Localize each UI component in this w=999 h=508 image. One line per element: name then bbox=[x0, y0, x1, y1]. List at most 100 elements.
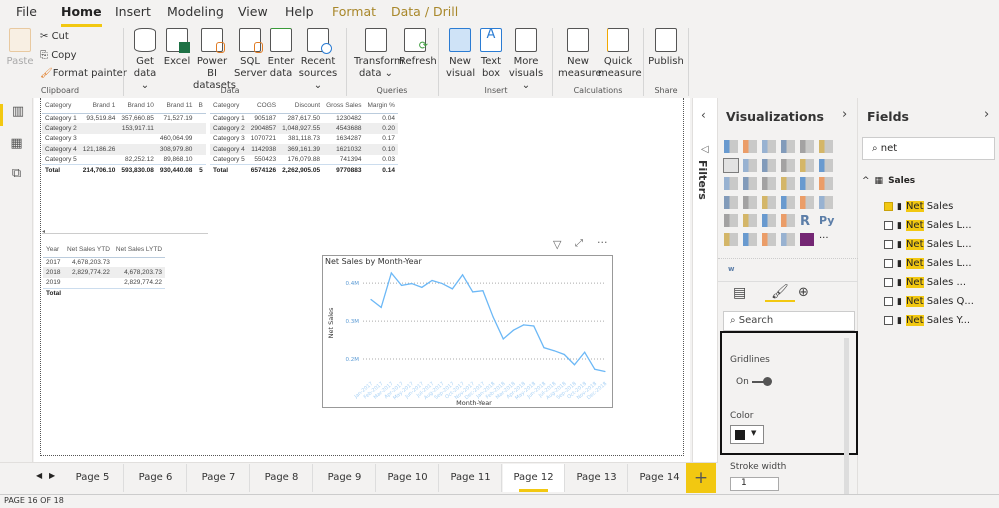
visual-type-icon[interactable] bbox=[781, 232, 795, 246]
model-view-icon[interactable]: ⧉ bbox=[0, 166, 33, 188]
visual-type-icon[interactable] bbox=[762, 177, 776, 190]
field-item[interactable]: ▮ Net Sales Y... bbox=[884, 315, 970, 326]
more-visuals-button[interactable]: More visuals ⌄ bbox=[507, 28, 545, 92]
data-point[interactable] bbox=[411, 282, 413, 285]
brand-matrix[interactable]: Category Brand 1 Brand 10 Brand 11 B Category… bbox=[42, 99, 210, 176]
visual-type-icon[interactable] bbox=[762, 214, 776, 227]
python-visual-icon[interactable]: Py bbox=[819, 214, 834, 227]
line-chart-type-icon[interactable] bbox=[723, 157, 739, 173]
filters-pane-collapsed[interactable]: ‹ ◁ Filters bbox=[692, 98, 718, 462]
copy-button[interactable]: ⎘ Copy bbox=[40, 50, 77, 61]
data-point[interactable] bbox=[523, 324, 525, 326]
analytics-tab-icon[interactable]: ⊕ bbox=[798, 285, 809, 300]
visual-type-icon[interactable] bbox=[800, 177, 814, 190]
tab-format[interactable]: Format bbox=[332, 4, 376, 19]
gridlines-toggle[interactable]: On bbox=[736, 377, 772, 387]
data-point[interactable] bbox=[553, 350, 555, 352]
page-tab[interactable]: Page 10 bbox=[377, 464, 439, 492]
page-tab[interactable]: Page 8 bbox=[251, 464, 313, 492]
tab-view[interactable]: View bbox=[238, 4, 268, 19]
collapse-icon[interactable]: › bbox=[984, 107, 989, 122]
more-options-icon[interactable]: ··· bbox=[597, 236, 608, 249]
data-point[interactable] bbox=[431, 279, 433, 282]
visual-type-icon[interactable] bbox=[724, 195, 738, 209]
data-point[interactable] bbox=[543, 347, 545, 349]
new-visual-button[interactable]: New visual bbox=[446, 28, 475, 80]
tab-data-drill[interactable]: Data / Drill bbox=[391, 4, 458, 19]
filter-icon[interactable]: ▽ bbox=[553, 238, 561, 251]
visual-type-icon[interactable] bbox=[724, 177, 738, 190]
visual-type-icon[interactable] bbox=[743, 140, 757, 153]
tab-help[interactable]: Help bbox=[285, 4, 314, 19]
new-measure-button[interactable]: New measure bbox=[558, 28, 602, 80]
collapse-icon[interactable]: › bbox=[842, 107, 847, 122]
data-point[interactable] bbox=[573, 364, 576, 366]
visual-type-icon[interactable] bbox=[819, 140, 833, 153]
cut-button[interactable]: ✂ Cut bbox=[40, 31, 69, 42]
color-picker[interactable]: ▼ bbox=[730, 425, 764, 444]
data-point[interactable] bbox=[441, 282, 443, 285]
field-item[interactable]: ▮ Net Sales ... bbox=[884, 277, 966, 288]
visual-type-icon[interactable] bbox=[819, 158, 833, 172]
data-point[interactable] bbox=[594, 368, 596, 370]
checkbox[interactable] bbox=[884, 297, 893, 306]
visual-type-icon[interactable] bbox=[800, 232, 814, 246]
visual-type-icon[interactable] bbox=[762, 195, 776, 209]
visual-type-icon[interactable] bbox=[781, 195, 795, 209]
data-point[interactable] bbox=[451, 288, 453, 290]
checkbox[interactable] bbox=[884, 202, 893, 211]
power-bi-datasets-button[interactable]: Power BI datasets bbox=[193, 28, 236, 92]
data-point[interactable] bbox=[421, 286, 423, 288]
page-tab[interactable]: Page 9 bbox=[314, 464, 376, 492]
table-sales[interactable]: ^ ▦ Sales bbox=[862, 176, 915, 186]
visual-type-icon[interactable] bbox=[743, 158, 757, 172]
data-point[interactable] bbox=[461, 274, 464, 276]
focus-mode-icon[interactable]: ⤢ bbox=[575, 238, 583, 249]
get-data-button[interactable]: Get data ⌄ bbox=[130, 28, 160, 92]
data-point[interactable] bbox=[563, 353, 565, 356]
checkbox[interactable] bbox=[884, 240, 893, 249]
data-point[interactable] bbox=[380, 306, 382, 309]
format-scrollbar[interactable] bbox=[844, 338, 849, 494]
scroll-right-icon[interactable]: ▶ bbox=[49, 471, 55, 480]
visual-type-icon[interactable] bbox=[800, 140, 814, 153]
format-search-input[interactable]: ⌕ Search bbox=[723, 311, 855, 331]
add-page-button[interactable]: + bbox=[686, 463, 716, 493]
recent-sources-button[interactable]: Recent sources ⌄ bbox=[297, 28, 339, 92]
visual-type-icon[interactable] bbox=[724, 140, 738, 153]
refresh-button[interactable]: ⟳ Refresh bbox=[399, 28, 437, 68]
checkbox[interactable] bbox=[884, 278, 893, 287]
ytd-table[interactable]: Year Net Sales YTD Net Sales LYTD 2017 4,678… bbox=[43, 243, 166, 299]
data-view-icon[interactable]: ▦ bbox=[0, 136, 33, 158]
custom-visual-w-icon[interactable]: w bbox=[728, 265, 734, 273]
visual-type-icon[interactable] bbox=[743, 232, 757, 246]
more-visuals-icon[interactable]: ··· bbox=[819, 233, 833, 246]
expand-icon[interactable]: ‹ bbox=[701, 108, 706, 122]
data-point[interactable] bbox=[390, 272, 392, 274]
paste-button[interactable]: Paste bbox=[6, 28, 34, 68]
visual-type-icon[interactable] bbox=[781, 140, 795, 153]
visual-type-icon[interactable] bbox=[819, 195, 833, 209]
quick-measure-button[interactable]: Quick measure bbox=[598, 28, 642, 80]
format-tab-icon[interactable]: 🖌 bbox=[765, 284, 795, 302]
checkbox[interactable] bbox=[884, 316, 893, 325]
scroll-left-icon[interactable]: ◀ bbox=[36, 471, 42, 480]
visual-type-icon[interactable] bbox=[819, 177, 833, 190]
data-point[interactable] bbox=[584, 351, 586, 353]
page-tab[interactable]: Page 13 bbox=[566, 464, 628, 492]
visual-type-icon[interactable] bbox=[800, 195, 814, 209]
report-view-icon[interactable]: ▥ bbox=[0, 104, 33, 126]
page-tab[interactable]: Page 11 bbox=[440, 464, 502, 492]
data-point[interactable] bbox=[482, 290, 484, 292]
field-item[interactable]: ▮ Net Sales L... bbox=[884, 239, 972, 250]
field-item[interactable]: ▮ Net Sales L... bbox=[884, 258, 972, 269]
horizontal-scrollbar[interactable]: ◂ bbox=[42, 229, 208, 235]
tab-modeling[interactable]: Modeling bbox=[167, 4, 224, 19]
data-point[interactable] bbox=[472, 291, 474, 293]
visual-type-icon[interactable] bbox=[743, 195, 757, 209]
tab-file[interactable]: File bbox=[16, 4, 37, 19]
visual-type-icon[interactable] bbox=[762, 158, 776, 172]
page-tab[interactable]: Page 14 bbox=[629, 464, 691, 492]
field-item[interactable]: ▮ Net Sales bbox=[884, 201, 953, 212]
data-point[interactable] bbox=[370, 298, 372, 301]
